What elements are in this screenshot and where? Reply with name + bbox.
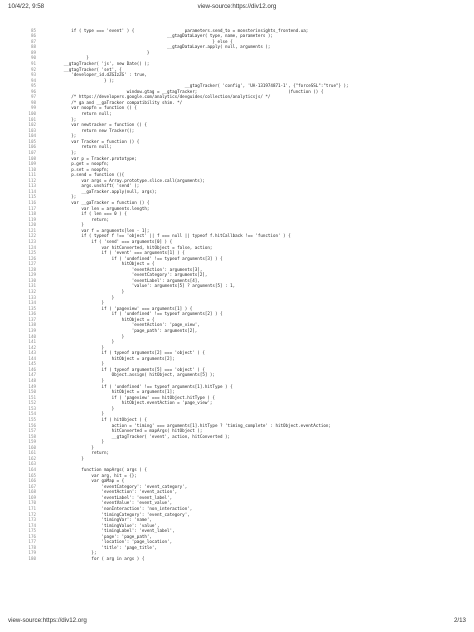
page-number: 2/13 xyxy=(453,617,466,624)
code-line: 180 for ( arg in args ) { xyxy=(0,556,474,562)
source-code-view: if ( type === 'event' ) { 85 parameters.… xyxy=(0,22,474,562)
print-url: view-source:https://div12.org xyxy=(8,617,87,624)
print-title: view-source:https://div12.org xyxy=(197,3,277,10)
line-number: 180 xyxy=(28,556,36,561)
print-footer: view-source:https://div12.org 2/13 xyxy=(0,617,474,629)
code-text: for ( arg in args ) { xyxy=(41,556,145,561)
print-header: 10/4/22, 9:58 view-source:https://div12.… xyxy=(0,3,474,15)
